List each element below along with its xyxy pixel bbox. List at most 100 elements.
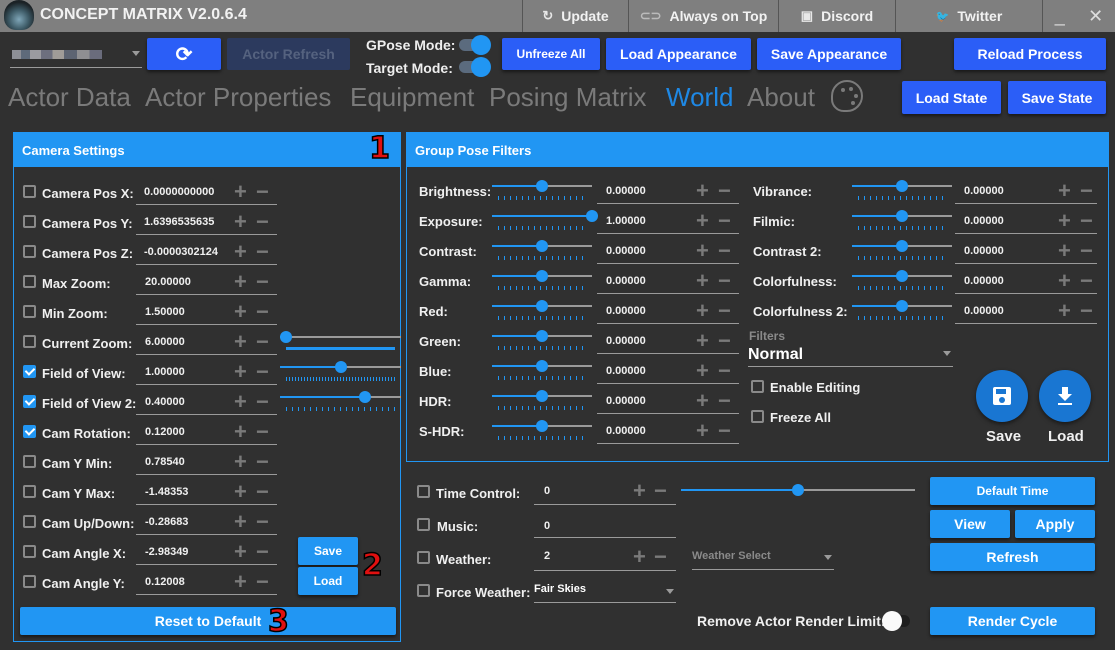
- remove-render-limit-toggle[interactable]: [882, 611, 910, 631]
- camera-row-value[interactable]: 20.00000: [145, 276, 191, 288]
- camera-row-value[interactable]: 1.6396535635: [144, 216, 214, 228]
- filter-value[interactable]: 0.00000: [606, 365, 646, 377]
- minus-button[interactable]: −: [718, 420, 731, 442]
- minus-button[interactable]: −: [256, 301, 269, 323]
- weather-value[interactable]: 2: [544, 550, 550, 562]
- plus-button[interactable]: +: [234, 241, 247, 263]
- camera-row-checkbox[interactable]: [23, 485, 36, 498]
- load-state-button[interactable]: Load State: [902, 81, 1001, 114]
- force-weather-checkbox[interactable]: [417, 584, 430, 597]
- update-button[interactable]: ↻ Update: [522, 0, 628, 32]
- plus-button[interactable]: +: [696, 390, 709, 412]
- filters-save-fab[interactable]: [976, 370, 1028, 422]
- filter-value[interactable]: 0.00000: [606, 395, 646, 407]
- apply-button[interactable]: Apply: [1015, 510, 1095, 538]
- filters-load-fab[interactable]: [1039, 370, 1091, 422]
- weather-checkbox[interactable]: [417, 551, 430, 564]
- camera-row-checkbox[interactable]: [23, 545, 36, 558]
- camera-row-value[interactable]: 6.00000: [145, 336, 185, 348]
- plus-button[interactable]: +: [234, 571, 247, 593]
- default-time-button[interactable]: Default Time: [930, 477, 1095, 505]
- render-cycle-button[interactable]: Render Cycle: [930, 607, 1095, 635]
- refresh-button[interactable]: Refresh: [930, 543, 1095, 571]
- weather-minus-button[interactable]: −: [654, 546, 667, 568]
- twitter-button[interactable]: 🐦 Twitter: [895, 0, 1042, 32]
- music-checkbox[interactable]: [417, 518, 430, 531]
- plus-button[interactable]: +: [696, 330, 709, 352]
- camera-row-value[interactable]: 0.78540: [145, 456, 185, 468]
- tab-about[interactable]: About: [747, 82, 815, 113]
- camera-row-value[interactable]: -0.28683: [145, 516, 188, 528]
- filter-value[interactable]: 0.00000: [606, 305, 646, 317]
- discord-button[interactable]: ▣ Discord: [778, 0, 895, 32]
- camera-row-value[interactable]: -2.98349: [145, 546, 188, 558]
- plus-button[interactable]: +: [696, 420, 709, 442]
- reload-process-button[interactable]: Reload Process: [954, 38, 1106, 70]
- camera-row-checkbox[interactable]: [23, 515, 36, 528]
- filter-value[interactable]: 0.00000: [606, 335, 646, 347]
- camera-row-checkbox[interactable]: [23, 425, 36, 438]
- plus-button[interactable]: +: [234, 481, 247, 503]
- minus-button[interactable]: −: [718, 240, 731, 262]
- minus-button[interactable]: −: [256, 331, 269, 353]
- minus-button[interactable]: −: [256, 241, 269, 263]
- palette-icon[interactable]: [831, 80, 863, 112]
- view-button[interactable]: View: [930, 510, 1010, 538]
- filter-value[interactable]: 0.00000: [606, 245, 646, 257]
- filter-slider[interactable]: [492, 360, 592, 372]
- plus-button[interactable]: +: [234, 271, 247, 293]
- tab-equipment[interactable]: Equipment: [350, 82, 474, 113]
- camera-row-value[interactable]: -0.0000302124: [144, 246, 218, 258]
- camera-row-value[interactable]: 0.12008: [145, 576, 185, 588]
- minus-button[interactable]: −: [256, 481, 269, 503]
- plus-button[interactable]: +: [696, 180, 709, 202]
- close-button[interactable]: ✕: [1088, 6, 1103, 27]
- filter-value[interactable]: 0.00000: [606, 425, 646, 437]
- camera-row-checkbox[interactable]: [23, 305, 36, 318]
- filter-value[interactable]: 0.00000: [606, 185, 646, 197]
- minus-button[interactable]: −: [256, 181, 269, 203]
- filter-slider[interactable]: [492, 330, 592, 342]
- minus-button[interactable]: −: [256, 271, 269, 293]
- minus-button[interactable]: −: [718, 390, 731, 412]
- plus-button[interactable]: +: [696, 300, 709, 322]
- filter-slider[interactable]: [852, 210, 952, 222]
- tab-actor-properties[interactable]: Actor Properties: [145, 82, 331, 113]
- plus-button[interactable]: +: [696, 360, 709, 382]
- gpose-mode-toggle[interactable]: [459, 35, 491, 55]
- filter-slider[interactable]: [492, 270, 592, 282]
- plus-button[interactable]: +: [234, 361, 247, 383]
- plus-button[interactable]: +: [234, 301, 247, 323]
- minus-button[interactable]: −: [256, 361, 269, 383]
- plus-button[interactable]: +: [696, 270, 709, 292]
- filter-slider[interactable]: [852, 300, 952, 312]
- plus-button[interactable]: +: [1058, 180, 1071, 202]
- plus-button[interactable]: +: [696, 210, 709, 232]
- camera-load-button[interactable]: Load: [298, 567, 358, 595]
- field-of-view-slider[interactable]: [280, 361, 401, 373]
- plus-button[interactable]: +: [234, 451, 247, 473]
- filter-slider[interactable]: [852, 180, 952, 192]
- time-control-checkbox[interactable]: [417, 485, 430, 498]
- minus-button[interactable]: −: [718, 300, 731, 322]
- camera-row-checkbox[interactable]: [23, 395, 36, 408]
- minus-button[interactable]: −: [1080, 240, 1093, 262]
- plus-button[interactable]: +: [234, 391, 247, 413]
- field-of-view-2-slider[interactable]: [280, 391, 401, 403]
- filter-slider[interactable]: [492, 180, 592, 192]
- tab-actor-data[interactable]: Actor Data: [8, 82, 131, 113]
- filter-value[interactable]: 0.00000: [964, 275, 1004, 287]
- minus-button[interactable]: −: [1080, 300, 1093, 322]
- camera-row-checkbox[interactable]: [23, 245, 36, 258]
- weather-select-dropdown[interactable]: Weather Select: [692, 545, 834, 570]
- load-appearance-button[interactable]: Load Appearance: [606, 38, 751, 70]
- camera-save-button[interactable]: Save: [298, 537, 358, 565]
- actor-refresh-button[interactable]: Actor Refresh: [227, 38, 350, 70]
- filter-value[interactable]: 0.00000: [964, 245, 1004, 257]
- refresh-actors-button[interactable]: ⟳: [147, 38, 221, 70]
- camera-row-checkbox[interactable]: [23, 575, 36, 588]
- reset-to-default-button[interactable]: Reset to Default: [20, 607, 396, 635]
- camera-row-checkbox[interactable]: [23, 185, 36, 198]
- filter-slider[interactable]: [492, 210, 598, 222]
- music-value[interactable]: 0: [544, 520, 550, 532]
